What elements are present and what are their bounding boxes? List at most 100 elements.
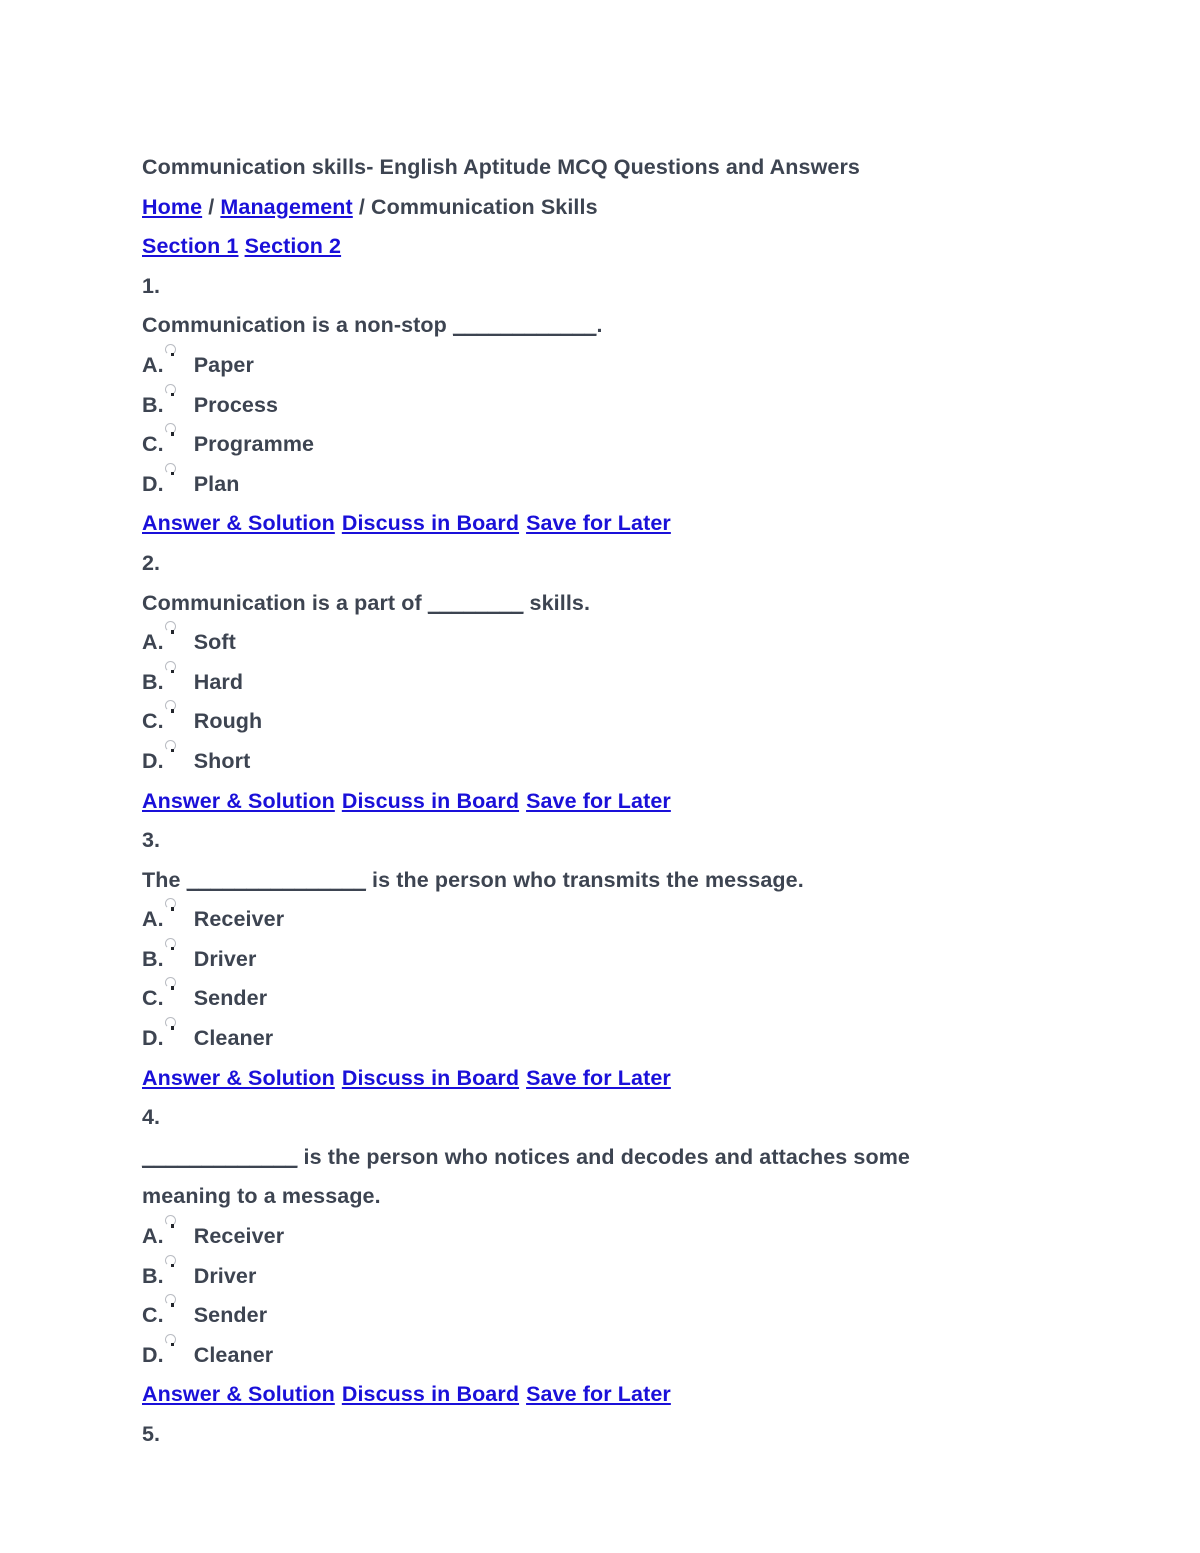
question-action-links: Answer & Solution Discuss in Board Save fo… bbox=[142, 1375, 982, 1415]
radio-button-icon[interactable] bbox=[164, 462, 178, 476]
option-letter: A. bbox=[142, 352, 164, 377]
discuss-in-board-link[interactable]: Discuss in Board bbox=[342, 789, 519, 813]
option-letter: D. bbox=[142, 471, 164, 496]
option-letter: B. bbox=[142, 1263, 164, 1288]
radio-button-icon[interactable] bbox=[164, 383, 178, 397]
option-label: Receiver bbox=[193, 907, 285, 932]
question-number-text: 1. bbox=[142, 273, 161, 298]
breadcrumb-separator-1: / bbox=[202, 194, 221, 219]
option-letter: B. bbox=[142, 392, 164, 417]
option-letter: C. bbox=[142, 1303, 164, 1328]
answer-solution-link[interactable]: Answer & Solution bbox=[142, 1382, 335, 1406]
question-blank: ____________ bbox=[452, 313, 597, 338]
save-for-later-link[interactable]: Save for Later bbox=[526, 511, 671, 535]
radio-button-icon[interactable] bbox=[164, 898, 178, 911]
question-text: _____________ is the person who notices … bbox=[142, 1138, 982, 1217]
option-letter: C. bbox=[142, 986, 164, 1011]
option-row[interactable]: B. Process bbox=[142, 383, 982, 426]
question-number: 4. bbox=[142, 1098, 982, 1138]
answer-solution-link[interactable]: Answer & Solution bbox=[142, 1066, 335, 1090]
radio-button-icon[interactable] bbox=[164, 343, 178, 357]
radio-button-icon[interactable] bbox=[164, 660, 178, 674]
radio-button-icon[interactable] bbox=[164, 1254, 178, 1268]
option-letter: B. bbox=[142, 669, 164, 694]
page-title-text: Communication skills- English Aptitude M… bbox=[142, 155, 860, 179]
radio-button-icon[interactable] bbox=[164, 700, 178, 713]
option-row[interactable]: A. Soft bbox=[142, 621, 982, 663]
breadcrumb-link-management[interactable]: Management bbox=[220, 195, 352, 219]
option-row[interactable]: D. Cleaner bbox=[142, 1333, 982, 1376]
answer-solution-link[interactable]: Answer & Solution bbox=[142, 511, 335, 535]
question-action-links: Answer & Solution Discuss in Board Save fo… bbox=[142, 504, 982, 544]
option-letter: D. bbox=[142, 1342, 164, 1367]
option-letter: A. bbox=[142, 907, 164, 932]
option-label: Paper bbox=[193, 352, 254, 377]
option-label: Driver bbox=[193, 946, 257, 971]
breadcrumb: Home / Management / Communication Skills bbox=[142, 188, 982, 228]
radio-button-icon[interactable] bbox=[164, 621, 178, 634]
discuss-in-board-link[interactable]: Discuss in Board bbox=[342, 511, 519, 535]
save-for-later-link[interactable]: Save for Later bbox=[526, 1066, 671, 1090]
option-label: Process bbox=[193, 392, 279, 417]
question-action-links: Answer & Solution Discuss in Board Save fo… bbox=[142, 1059, 982, 1099]
question-number-text: 4. bbox=[142, 1105, 161, 1130]
radio-button-icon[interactable] bbox=[164, 1333, 178, 1347]
option-row[interactable]: B. Driver bbox=[142, 1254, 982, 1297]
option-label: Driver bbox=[193, 1263, 257, 1288]
discuss-in-board-link[interactable]: Discuss in Board bbox=[342, 1066, 519, 1090]
save-for-later-link[interactable]: Save for Later bbox=[526, 789, 671, 813]
section-link-1[interactable]: Section 1 bbox=[142, 234, 239, 258]
question-number: 2. bbox=[142, 544, 982, 584]
question-text-after: skills. bbox=[523, 590, 591, 615]
option-row[interactable]: C. Sender bbox=[142, 1294, 982, 1336]
radio-button-icon[interactable] bbox=[164, 1215, 178, 1228]
radio-button-icon[interactable] bbox=[164, 739, 178, 753]
question-text-before: The bbox=[142, 867, 187, 892]
option-row[interactable]: A. Paper bbox=[142, 343, 982, 386]
radio-button-icon[interactable] bbox=[164, 1294, 178, 1307]
question-text-before: Communication is a part of bbox=[142, 590, 428, 615]
option-row[interactable]: C. Programme bbox=[142, 423, 982, 465]
question-number-text: 3. bbox=[142, 828, 161, 853]
option-label: Short bbox=[193, 748, 251, 773]
breadcrumb-separator-2: / bbox=[352, 194, 372, 219]
option-row[interactable]: A. Receiver bbox=[142, 1215, 982, 1257]
option-letter: D. bbox=[142, 1026, 164, 1051]
option-label: Cleaner bbox=[193, 1342, 274, 1367]
radio-button-icon[interactable] bbox=[164, 977, 178, 990]
option-label: Programme bbox=[193, 432, 315, 457]
breadcrumb-current: Communication Skills bbox=[371, 194, 598, 219]
question-text: Communication is a part of ________ skil… bbox=[142, 584, 982, 624]
question-text: The _______________ is the person who tr… bbox=[142, 861, 982, 901]
option-row[interactable]: B. Driver bbox=[142, 937, 982, 980]
discuss-in-board-link[interactable]: Discuss in Board bbox=[342, 1382, 519, 1406]
option-row[interactable]: D. Plan bbox=[142, 462, 982, 505]
next-question-number-text: 5. bbox=[142, 1422, 161, 1446]
option-label: Hard bbox=[193, 669, 244, 694]
document-page: Communication skills- English Aptitude M… bbox=[0, 0, 1200, 1553]
section-link-2[interactable]: Section 2 bbox=[245, 234, 342, 258]
question-text-before: Communication is a non-stop bbox=[142, 313, 453, 338]
question-number: 1. bbox=[142, 267, 982, 307]
option-letter: B. bbox=[142, 946, 164, 971]
option-row[interactable]: D. Cleaner bbox=[142, 1017, 982, 1059]
question-blank: ________ bbox=[427, 590, 524, 615]
radio-button-icon[interactable] bbox=[164, 423, 178, 436]
answer-solution-link[interactable]: Answer & Solution bbox=[142, 789, 335, 813]
question-action-links: Answer & Solution Discuss in Board Save fo… bbox=[142, 782, 982, 822]
radio-button-icon[interactable] bbox=[164, 937, 178, 951]
save-for-later-link[interactable]: Save for Later bbox=[526, 1382, 671, 1406]
option-label: Receiver bbox=[193, 1224, 285, 1249]
option-row[interactable]: A. Receiver bbox=[142, 898, 982, 940]
page-title: Communication skills- English Aptitude M… bbox=[142, 148, 982, 188]
radio-button-icon[interactable] bbox=[164, 1017, 178, 1030]
option-label: Cleaner bbox=[193, 1026, 274, 1051]
breadcrumb-link-home[interactable]: Home bbox=[142, 195, 202, 219]
question-number: 3. bbox=[142, 821, 982, 861]
option-row[interactable]: C. Rough bbox=[142, 700, 982, 742]
question-blank: _____________ bbox=[142, 1144, 298, 1169]
question-number-text: 2. bbox=[142, 550, 161, 575]
option-row[interactable]: C. Sender bbox=[142, 977, 982, 1019]
option-row[interactable]: B. Hard bbox=[142, 660, 982, 703]
option-row[interactable]: D. Short bbox=[142, 739, 982, 782]
